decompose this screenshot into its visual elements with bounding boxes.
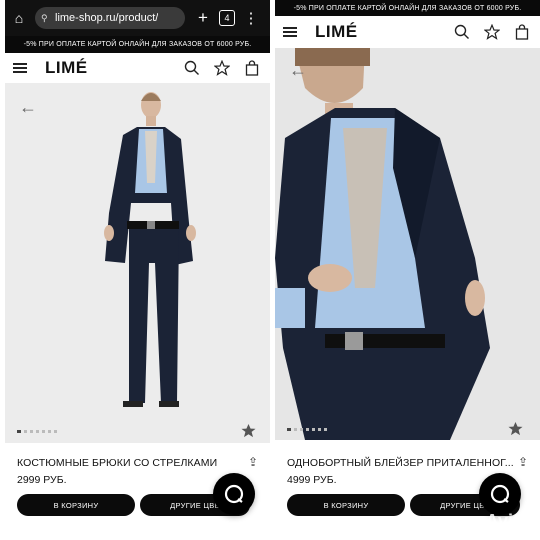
carousel-dots[interactable] xyxy=(17,430,57,433)
site-header: LIMÉ xyxy=(5,53,270,83)
browser-toolbar: ⌂ ⚲ lime-shop.ru/product/ + 4 ⋮ xyxy=(5,0,270,36)
carousel-dots[interactable] xyxy=(287,428,327,431)
tabs-icon[interactable]: 4 xyxy=(219,10,235,26)
product-price: 2999 РУБ. xyxy=(17,474,67,486)
star-icon[interactable] xyxy=(214,60,230,76)
product-photo[interactable]: ← xyxy=(275,48,540,440)
lock-icon: ⚲ xyxy=(41,12,48,23)
chat-icon[interactable] xyxy=(479,473,521,515)
arrow-left-icon[interactable]: ← xyxy=(289,60,307,81)
home-icon[interactable]: ⌂ xyxy=(5,10,33,26)
plus-icon[interactable]: + xyxy=(189,8,217,28)
promo-banner[interactable]: -5% ПРИ ОПЛАТЕ КАРТОЙ ОНЛАЙН ДЛЯ ЗАКАЗОВ… xyxy=(5,36,270,53)
model-illustration xyxy=(275,48,540,440)
logo[interactable]: LIMÉ xyxy=(315,22,358,42)
add-to-cart-button[interactable]: В КОРЗИНУ xyxy=(17,494,135,516)
product-price: 4999 РУБ. xyxy=(287,474,337,486)
share-icon[interactable]: ⇪ xyxy=(248,455,258,469)
share-icon[interactable]: ⇪ xyxy=(518,455,528,469)
model-illustration xyxy=(5,83,270,443)
bag-icon[interactable] xyxy=(244,60,260,76)
more-icon[interactable]: ⋮ xyxy=(241,9,261,27)
promo-banner[interactable]: -5% ПРИ ОПЛАТЕ КАРТОЙ ОНЛАЙН ДЛЯ ЗАКАЗОВ… xyxy=(275,0,540,16)
address-bar[interactable]: ⚲ lime-shop.ru/product/ xyxy=(35,7,185,29)
menu-icon[interactable] xyxy=(283,27,297,37)
star-icon[interactable] xyxy=(508,421,523,436)
logo[interactable]: LIMÉ xyxy=(45,58,88,78)
product-name: ОДНОБОРТНЫЙ БЛЕЙЗЕР ПРИТАЛЕННОГ... xyxy=(287,457,514,469)
url-text: lime-shop.ru/product/ xyxy=(55,12,159,24)
avito-watermark: Avito xyxy=(485,511,530,531)
search-icon[interactable] xyxy=(184,60,200,76)
site-header: LIMÉ xyxy=(275,16,540,48)
chat-icon[interactable] xyxy=(213,473,255,515)
product-info: КОСТЮМНЫЕ БРЮКИ СО СТРЕЛКАМИ 2999 РУБ. ⇪… xyxy=(5,443,270,540)
left-screenshot: ⌂ ⚲ lime-shop.ru/product/ + 4 ⋮ -5% ПРИ … xyxy=(5,0,270,540)
right-screenshot: -5% ПРИ ОПЛАТЕ КАРТОЙ ОНЛАЙН ДЛЯ ЗАКАЗОВ… xyxy=(275,0,540,540)
arrow-left-icon[interactable]: ← xyxy=(19,97,37,118)
add-to-cart-button[interactable]: В КОРЗИНУ xyxy=(287,494,405,516)
product-photo[interactable]: ← xyxy=(5,83,270,443)
product-name: КОСТЮМНЫЕ БРЮКИ СО СТРЕЛКАМИ xyxy=(17,457,218,469)
star-icon[interactable] xyxy=(241,423,256,438)
search-icon[interactable] xyxy=(454,24,470,40)
bag-icon[interactable] xyxy=(514,24,530,40)
product-info: ОДНОБОРТНЫЙ БЛЕЙЗЕР ПРИТАЛЕННОГ... 4999 … xyxy=(275,443,540,540)
star-icon[interactable] xyxy=(484,24,500,40)
tab-count: 4 xyxy=(224,13,230,23)
menu-icon[interactable] xyxy=(13,63,27,73)
